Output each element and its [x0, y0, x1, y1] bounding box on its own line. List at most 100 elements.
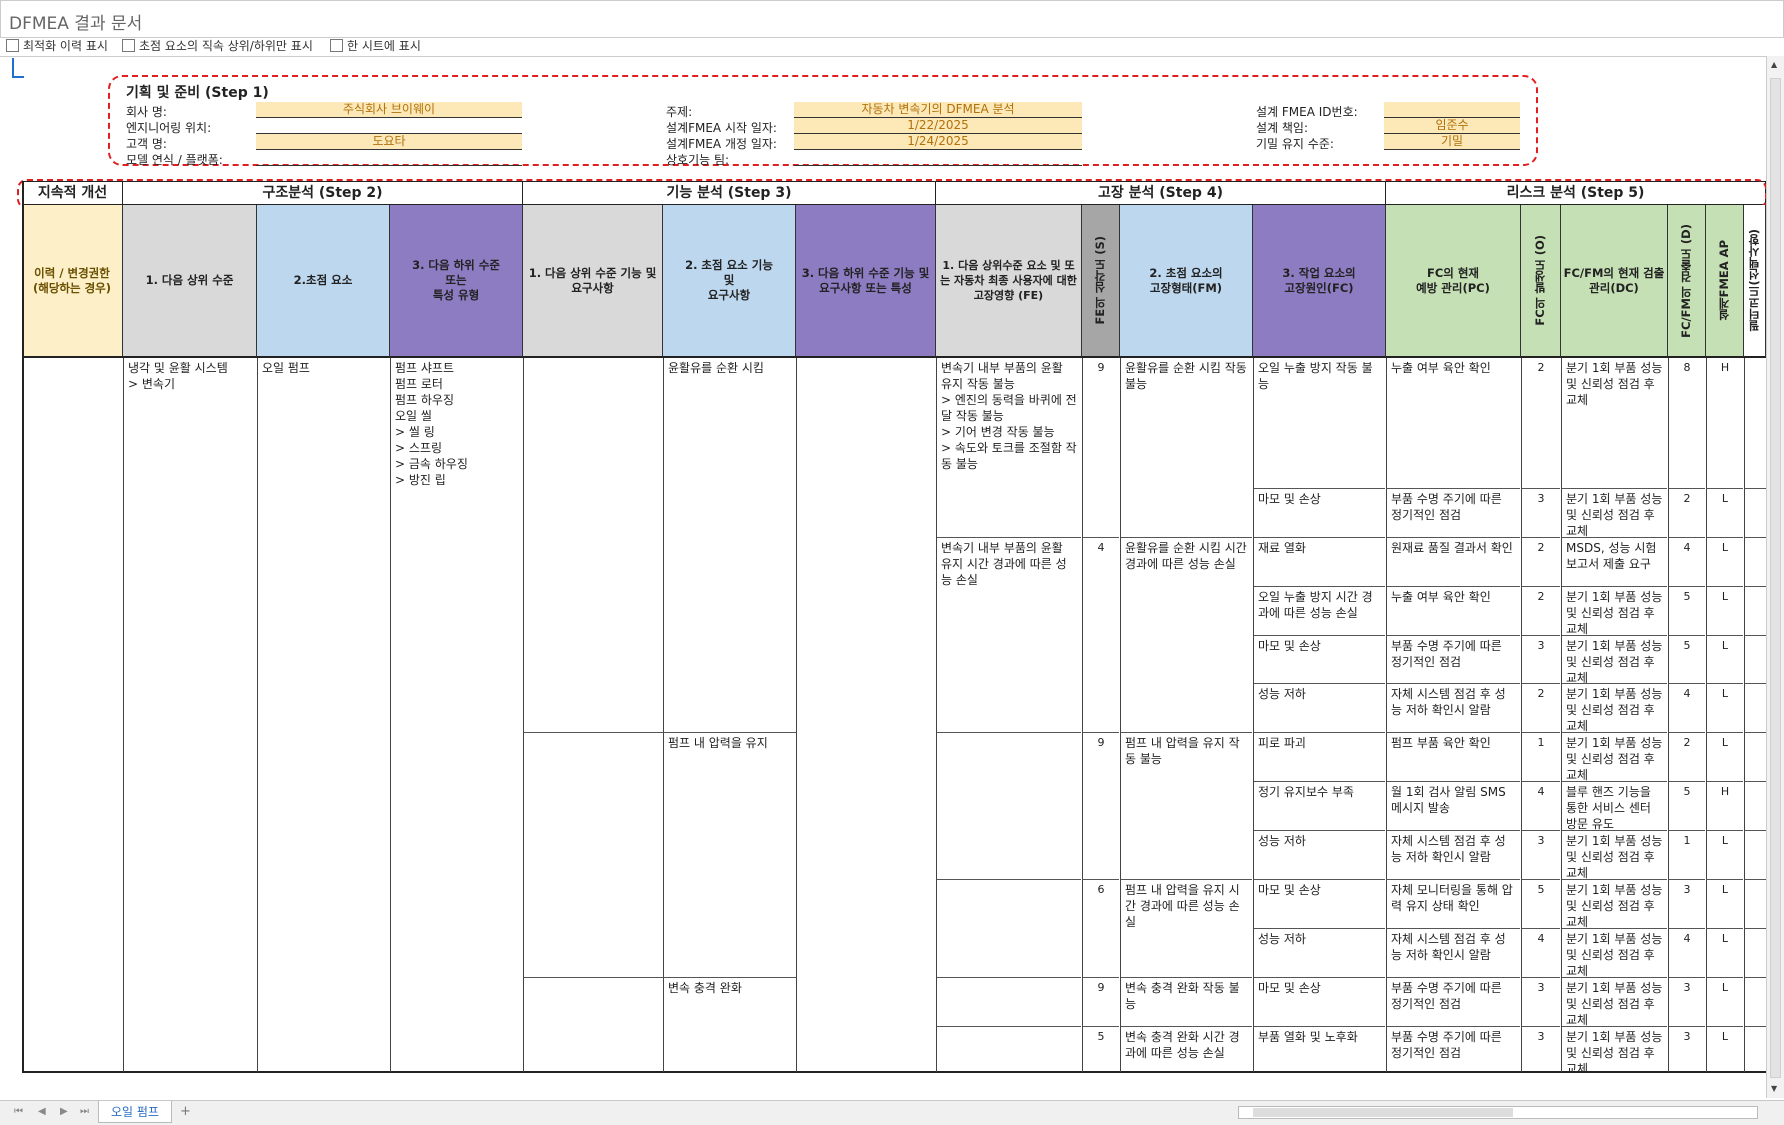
- ap-cell[interactable]: H: [1707, 781, 1743, 830]
- ap-cell[interactable]: L: [1707, 977, 1743, 1026]
- team-value[interactable]: [794, 150, 1082, 166]
- failure-cause-cell[interactable]: 마모 및 손상: [1254, 635, 1385, 683]
- ap-cell[interactable]: L: [1707, 928, 1743, 977]
- filter-code-cell[interactable]: [1745, 781, 1766, 830]
- failure-cause-cell[interactable]: 재료 열화: [1254, 537, 1385, 586]
- failure-cause-cell[interactable]: 성능 저하: [1254, 928, 1385, 977]
- subject-value[interactable]: 자동차 변속기의 DFMEA 분석: [794, 102, 1082, 118]
- detection-cell[interactable]: 1: [1669, 830, 1705, 879]
- detection-control-cell[interactable]: 분기 1회 부품 성능 및 신뢰성 점검 후 교체: [1562, 977, 1667, 1026]
- ap-cell[interactable]: L: [1707, 732, 1743, 781]
- failure-cause-cell[interactable]: 마모 및 손상: [1254, 488, 1385, 537]
- ap-cell[interactable]: L: [1707, 537, 1743, 586]
- filter-code-cell[interactable]: [1745, 732, 1766, 781]
- occurrence-cell[interactable]: 5: [1522, 879, 1560, 928]
- prevention-control-cell[interactable]: 자체 시스템 점검 후 성능 저하 확인시 알람: [1387, 830, 1520, 879]
- detection-cell[interactable]: 4: [1669, 928, 1705, 977]
- checkbox-icon[interactable]: [122, 39, 135, 52]
- failure-cause-cell[interactable]: 정기 유지보수 부족: [1254, 781, 1385, 830]
- failure-cause-cell[interactable]: 오일 누출 방지 시간 경과에 따른 성능 손실: [1254, 586, 1385, 635]
- fmea-id-value[interactable]: [1384, 102, 1520, 118]
- detection-cell[interactable]: 3: [1669, 977, 1705, 1026]
- severity-cell[interactable]: 9: [1083, 977, 1119, 1026]
- detection-cell[interactable]: 4: [1669, 683, 1705, 732]
- filter-code-cell[interactable]: [1745, 683, 1766, 732]
- detection-cell[interactable]: 4: [1669, 537, 1705, 586]
- prevention-control-cell[interactable]: 누출 여부 육안 확인: [1387, 586, 1520, 635]
- ap-cell[interactable]: L: [1707, 830, 1743, 879]
- first-sheet-icon[interactable]: ⏮: [14, 1106, 23, 1117]
- ap-cell[interactable]: L: [1707, 586, 1743, 635]
- ap-cell[interactable]: H: [1707, 358, 1743, 488]
- detection-control-cell[interactable]: 분기 1회 부품 성능 및 신뢰성 점검 후 교체: [1562, 732, 1667, 781]
- occurrence-cell[interactable]: 3: [1522, 1026, 1560, 1072]
- occurrence-cell[interactable]: 2: [1522, 358, 1560, 488]
- prev-sheet-icon[interactable]: ◀: [38, 1106, 46, 1117]
- prevention-control-cell[interactable]: 원재료 품질 결과서 확인: [1387, 537, 1520, 586]
- occurrence-cell[interactable]: 4: [1522, 928, 1560, 977]
- prevention-control-cell[interactable]: 누출 여부 육안 확인: [1387, 358, 1520, 488]
- failure-mode-cell[interactable]: 펌프 내 압력을 유지 시간 경과에 따른 성능 손실: [1121, 879, 1252, 977]
- detection-cell[interactable]: 2: [1669, 732, 1705, 781]
- failure-mode-cell[interactable]: 윤활유를 순환 시킴 작동 불능: [1121, 358, 1252, 537]
- filter-code-cell[interactable]: [1745, 928, 1766, 977]
- filter-code-cell[interactable]: [1745, 635, 1766, 683]
- option-direct-parent-child[interactable]: 초점 요소의 직속 상위/하위만 표시: [122, 37, 313, 54]
- scroll-down-icon[interactable]: ▼: [1771, 1084, 1777, 1093]
- occurrence-cell[interactable]: 3: [1522, 635, 1560, 683]
- severity-cell[interactable]: 9: [1083, 732, 1119, 879]
- ap-cell[interactable]: L: [1707, 683, 1743, 732]
- next-sheet-icon[interactable]: ▶: [60, 1106, 68, 1117]
- ap-cell[interactable]: L: [1707, 635, 1743, 683]
- occurrence-cell[interactable]: 1: [1522, 732, 1560, 781]
- ap-cell[interactable]: L: [1707, 488, 1743, 537]
- failure-effect-cell[interactable]: 변속기 내부 부품의 윤활 유지 작동 불능 > 엔진의 동력을 바퀴에 전달 …: [937, 358, 1081, 537]
- prevention-control-cell[interactable]: 펌프 부품 육안 확인: [1387, 732, 1520, 781]
- severity-cell[interactable]: 6: [1083, 879, 1119, 977]
- scrollbar-thumb[interactable]: [1770, 78, 1781, 1078]
- failure-cause-cell[interactable]: 성능 저하: [1254, 683, 1385, 732]
- option-optimization-history[interactable]: 최적화 이력 표시: [6, 37, 108, 54]
- detection-cell[interactable]: 2: [1669, 488, 1705, 537]
- failure-cause-cell[interactable]: 피로 파괴: [1254, 732, 1385, 781]
- detection-control-cell[interactable]: 분기 1회 부품 성능 및 신뢰성 점검 후 교체: [1562, 683, 1667, 732]
- failure-mode-cell[interactable]: 펌프 내 압력을 유지 작동 불능: [1121, 732, 1252, 879]
- scrollbar-thumb[interactable]: [1253, 1108, 1513, 1117]
- detection-control-cell[interactable]: 분기 1회 부품 성능 및 신뢰성 점검 후 교체: [1562, 586, 1667, 635]
- detection-control-cell[interactable]: 블루 핸즈 기능을 통한 서비스 센터 방문 유도: [1562, 781, 1667, 830]
- failure-mode-cell[interactable]: 변속 충격 완화 작동 불능: [1121, 977, 1252, 1026]
- vertical-scrollbar[interactable]: ▲ ▼: [1766, 56, 1784, 1098]
- failure-mode-cell[interactable]: 변속 충격 완화 시간 경과에 따른 성능 손실: [1121, 1026, 1252, 1072]
- occurrence-cell[interactable]: 3: [1522, 488, 1560, 537]
- detection-control-cell[interactable]: 분기 1회 부품 성능 및 신뢰성 점검 후 교체: [1562, 635, 1667, 683]
- filter-code-cell[interactable]: [1745, 358, 1766, 488]
- ap-cell[interactable]: L: [1707, 879, 1743, 928]
- severity-cell[interactable]: 4: [1083, 537, 1119, 732]
- detection-control-cell[interactable]: 분기 1회 부품 성능 및 신뢰성 점검 후 교체: [1562, 879, 1667, 928]
- detection-control-cell[interactable]: 분기 1회 부품 성능 및 신뢰성 점검 후 교체: [1562, 1026, 1667, 1072]
- option-single-sheet[interactable]: 한 시트에 표시: [330, 37, 421, 54]
- add-sheet-icon[interactable]: +: [180, 1104, 191, 1119]
- severity-cell[interactable]: 5: [1083, 1026, 1119, 1072]
- structure-focus-cell[interactable]: 오일 펌프: [258, 358, 389, 1072]
- owner-value[interactable]: 임준수: [1384, 118, 1520, 134]
- detection-control-cell[interactable]: 분기 1회 부품 성능 및 신뢰성 점검 후 교체: [1562, 358, 1667, 488]
- prevention-control-cell[interactable]: 부품 수명 주기에 따른 정기적인 점검: [1387, 1026, 1520, 1072]
- severity-cell[interactable]: 9: [1083, 358, 1119, 537]
- function-cell[interactable]: 변속 충격 완화: [524, 977, 796, 1072]
- filter-code-cell[interactable]: [1745, 830, 1766, 879]
- function-cell[interactable]: 윤활유를 순환 시킴: [664, 358, 795, 732]
- filter-code-cell[interactable]: [1745, 1026, 1766, 1072]
- occurrence-cell[interactable]: 2: [1522, 537, 1560, 586]
- detection-control-cell[interactable]: MSDS, 성능 시험 보고서 제출 요구: [1562, 537, 1667, 586]
- prevention-control-cell[interactable]: 월 1회 검사 알림 SMS 메시지 발송: [1387, 781, 1520, 830]
- failure-effect-cell[interactable]: [937, 977, 1081, 1026]
- horizontal-scrollbar[interactable]: [1238, 1106, 1758, 1119]
- detection-control-cell[interactable]: 분기 1회 부품 성능 및 신뢰성 점검 후 교체: [1562, 928, 1667, 977]
- company-value[interactable]: 주식회사 브이웨이: [256, 102, 522, 118]
- location-value[interactable]: [256, 118, 522, 134]
- filter-code-cell[interactable]: [1745, 488, 1766, 537]
- last-sheet-icon[interactable]: ⏭: [80, 1106, 89, 1117]
- failure-mode-cell[interactable]: 윤활유를 순환 시킴 시간 경과에 따른 성능 손실: [1121, 537, 1252, 732]
- failure-effect-cell[interactable]: [937, 1026, 1081, 1072]
